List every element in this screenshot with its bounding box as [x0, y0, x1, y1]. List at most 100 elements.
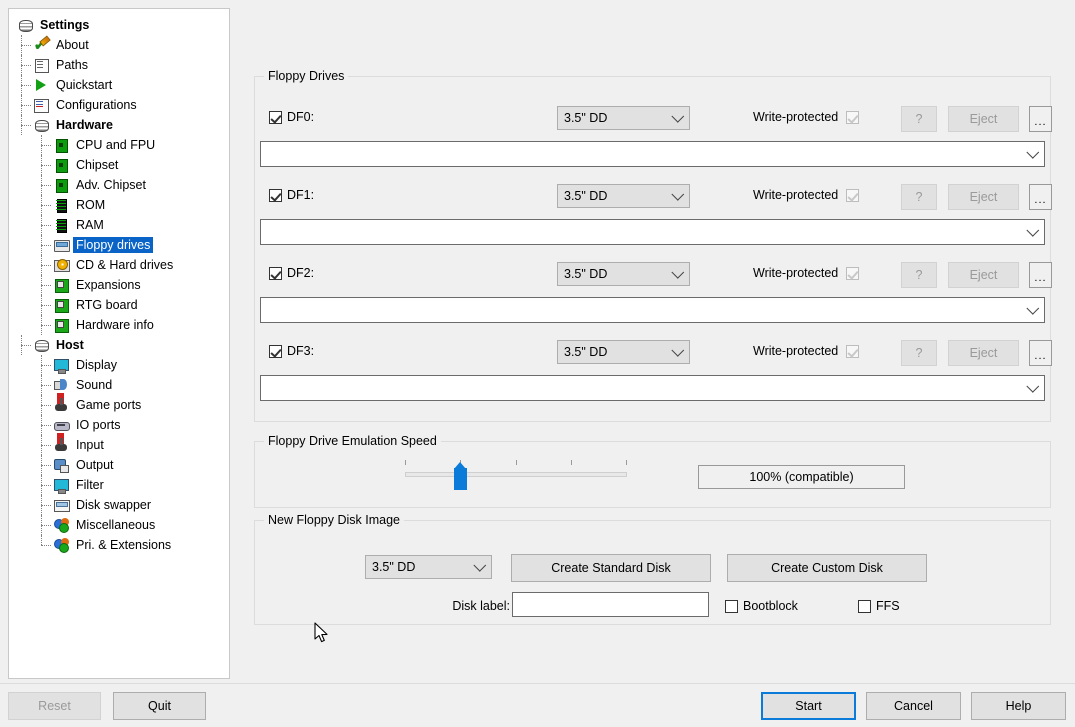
sidebar-item-label: Pri. & Extensions	[76, 538, 172, 552]
create-custom-disk-button[interactable]: Create Custom Disk	[727, 554, 927, 582]
tree-connector	[41, 275, 42, 295]
emulation-speed-slider[interactable]	[405, 460, 627, 496]
write-protected-label: Write-protected	[753, 188, 839, 202]
sidebar-item-input[interactable]: Input	[9, 435, 229, 455]
write-protected-checkbox[interactable]	[846, 266, 860, 280]
tree-connector	[41, 425, 51, 426]
sidebar-item-paths[interactable]: Paths	[9, 55, 229, 75]
drive-path-combo-1[interactable]	[260, 219, 1045, 245]
sidebar-item-pri-extensions[interactable]: Pri. & Extensions	[9, 535, 229, 555]
drive-enable-checkbox[interactable]	[269, 344, 282, 358]
write-protected-checkbox[interactable]	[846, 344, 860, 358]
drive-eject-button-0[interactable]: Eject	[948, 106, 1019, 132]
help-button[interactable]: Help	[971, 692, 1066, 720]
drive-browse-button-2[interactable]: ...	[1029, 262, 1052, 288]
sidebar-item-hardware-info[interactable]: Hardware info	[9, 315, 229, 335]
sidebar-item-cd-hard-drives[interactable]: CD & Hard drives	[9, 255, 229, 275]
chevron-down-icon[interactable]	[1026, 223, 1040, 237]
drive-browse-button-1[interactable]: ...	[1029, 184, 1052, 210]
create-standard-disk-button[interactable]: Create Standard Disk	[511, 554, 711, 582]
drive-help-button-1[interactable]: ?	[901, 184, 937, 210]
cancel-button[interactable]: Cancel	[866, 692, 961, 720]
drive-enable-1[interactable]: DF1:	[269, 188, 314, 202]
drive-help-button-2[interactable]: ?	[901, 262, 937, 288]
sidebar-item-quickstart[interactable]: Quickstart	[9, 75, 229, 95]
reset-button[interactable]: Reset	[8, 692, 101, 720]
tree-connector	[41, 225, 51, 226]
drive-browse-button-0[interactable]: ...	[1029, 106, 1052, 132]
drive-browse-button-3[interactable]: ...	[1029, 340, 1052, 366]
write-protected-2[interactable]: Write-protected	[753, 266, 860, 280]
start-button[interactable]: Start	[761, 692, 856, 720]
sidebar-item-game-ports[interactable]: Game ports	[9, 395, 229, 415]
sidebar-item-floppy-drives[interactable]: Floppy drives	[9, 235, 229, 255]
drive-enable-2[interactable]: DF2:	[269, 266, 314, 280]
sidebar-item-rom[interactable]: ROM	[9, 195, 229, 215]
sidebar-item-display[interactable]: Display	[9, 355, 229, 375]
io-ports-icon	[53, 417, 70, 433]
write-protected-0[interactable]: Write-protected	[753, 110, 860, 124]
drive-eject-button-3[interactable]: Eject	[948, 340, 1019, 366]
slider-tick	[626, 460, 627, 465]
drive-type-combo-3[interactable]: 3.5" DD	[557, 340, 690, 364]
sidebar-item-miscellaneous[interactable]: Miscellaneous	[9, 515, 229, 535]
drive-enable-checkbox[interactable]	[269, 188, 282, 202]
sidebar-item-output[interactable]: Output	[9, 455, 229, 475]
sidebar-item-io-ports[interactable]: IO ports	[9, 415, 229, 435]
new-disk-type-combo[interactable]: 3.5" DD	[365, 555, 492, 579]
sidebar-item-hardware[interactable]: Hardware	[9, 115, 229, 135]
sidebar-item-expansions[interactable]: Expansions	[9, 275, 229, 295]
chevron-down-icon[interactable]	[1026, 145, 1040, 159]
new-floppy-disk-image-group-title: New Floppy Disk Image	[264, 513, 404, 527]
sidebar-item-disk-swapper[interactable]: Disk swapper	[9, 495, 229, 515]
drive-eject-button-2[interactable]: Eject	[948, 262, 1019, 288]
drive-type-combo-0[interactable]: 3.5" DD	[557, 106, 690, 130]
tree-connector	[41, 235, 42, 255]
disk-label-input[interactable]	[512, 592, 709, 617]
drive-enable-3[interactable]: DF3:	[269, 344, 314, 358]
bootblock-checkbox[interactable]: Bootblock	[725, 599, 798, 613]
sidebar-item-host[interactable]: Host	[9, 335, 229, 355]
drive-path-combo-2[interactable]	[260, 297, 1045, 323]
drive-path-combo-3[interactable]	[260, 375, 1045, 401]
ffs-checkbox[interactable]: FFS	[858, 599, 900, 613]
sidebar-item-configurations[interactable]: Configurations	[9, 95, 229, 115]
tree-connector	[41, 465, 51, 466]
sidebar-item-chipset[interactable]: Chipset	[9, 155, 229, 175]
drive-enable-checkbox[interactable]	[269, 110, 282, 124]
slider-thumb[interactable]	[454, 462, 467, 490]
ffs-checkbox-box[interactable]	[858, 599, 871, 613]
sidebar-item-filter[interactable]: Filter	[9, 475, 229, 495]
sidebar-item-cpu-and-fpu[interactable]: CPU and FPU	[9, 135, 229, 155]
tree-connector	[21, 55, 22, 75]
drive-help-button-0[interactable]: ?	[901, 106, 937, 132]
chevron-down-icon[interactable]	[1026, 379, 1040, 393]
sidebar-item-sound[interactable]: Sound	[9, 375, 229, 395]
drive-enable-0[interactable]: DF0:	[269, 110, 314, 124]
quit-button[interactable]: Quit	[113, 692, 206, 720]
sidebar-item-about[interactable]: About	[9, 35, 229, 55]
drive-help-button-3[interactable]: ?	[901, 340, 937, 366]
bootblock-checkbox-box[interactable]	[725, 599, 738, 613]
settings-navigation-tree[interactable]: Settings About Paths Quickstart Configuratio…	[8, 8, 230, 679]
sidebar-item-settings[interactable]: Settings	[9, 15, 229, 35]
sidebar-item-ram[interactable]: RAM	[9, 215, 229, 235]
tree-connector	[41, 265, 51, 266]
drive-enable-checkbox[interactable]	[269, 266, 282, 280]
sidebar-item-label: Adv. Chipset	[76, 178, 146, 192]
sidebar-item-adv-chipset[interactable]: Adv. Chipset	[9, 175, 229, 195]
write-protected-1[interactable]: Write-protected	[753, 188, 860, 202]
drive-type-combo-1[interactable]: 3.5" DD	[557, 184, 690, 208]
drive-eject-button-1[interactable]: Eject	[948, 184, 1019, 210]
write-protected-checkbox[interactable]	[846, 188, 860, 202]
slider-track[interactable]	[405, 472, 627, 477]
sidebar-item-rtg-board[interactable]: RTG board	[9, 295, 229, 315]
emulation-speed-value-button[interactable]: 100% (compatible)	[698, 465, 905, 489]
write-protected-3[interactable]: Write-protected	[753, 344, 860, 358]
write-protected-checkbox[interactable]	[846, 110, 860, 124]
drive-path-combo-0[interactable]	[260, 141, 1045, 167]
sidebar-item-label: Miscellaneous	[76, 518, 156, 532]
tree-connector	[41, 165, 51, 166]
chevron-down-icon[interactable]	[1026, 301, 1040, 315]
drive-type-combo-2[interactable]: 3.5" DD	[557, 262, 690, 286]
